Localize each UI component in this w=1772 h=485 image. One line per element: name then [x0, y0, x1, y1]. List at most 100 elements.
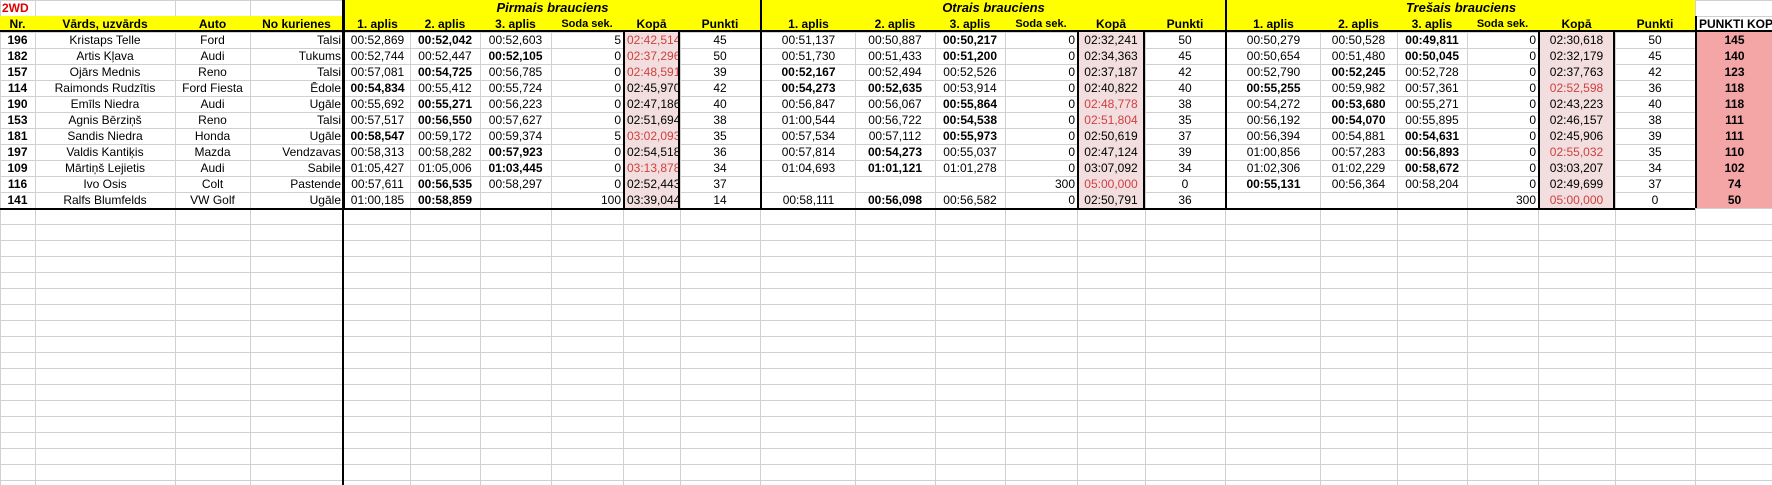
cell-penalty[interactable]: 0	[1467, 144, 1538, 160]
cell-auto[interactable]: Reno	[175, 112, 250, 128]
column-header[interactable]: Vārds, uzvārds	[35, 16, 175, 32]
cell-total-time[interactable]: 02:37,187	[1077, 64, 1145, 80]
cell-lap2[interactable]: 00:51,480	[1320, 48, 1397, 64]
cell-lap3[interactable]: 00:57,923	[480, 144, 551, 160]
cell-points[interactable]: 35	[1145, 112, 1225, 128]
cell-lap1[interactable]: 00:56,394	[1225, 128, 1320, 144]
cell-points[interactable]: 34	[680, 160, 760, 176]
cell-lap2[interactable]: 01:02,229	[1320, 160, 1397, 176]
cell-lap2[interactable]: 00:55,271	[410, 96, 480, 112]
cell-total-time[interactable]: 02:52,443	[623, 176, 680, 192]
cell-from[interactable]: Sabile	[250, 160, 343, 176]
cell-from[interactable]: Ugāle	[250, 128, 343, 144]
cell-lap2[interactable]: 00:54,725	[410, 64, 480, 80]
cell-lap3[interactable]: 00:57,627	[480, 112, 551, 128]
cell-lap1[interactable]: 00:57,517	[343, 112, 410, 128]
cell-total-points[interactable]: 110	[1695, 144, 1772, 160]
cell-from[interactable]: Ēdole	[250, 80, 343, 96]
cell-auto[interactable]: Audi	[175, 48, 250, 64]
cell-penalty[interactable]: 0	[551, 144, 623, 160]
column-header[interactable]: 3. aplis	[1397, 16, 1467, 32]
cell-nr[interactable]: 197	[0, 144, 35, 160]
cell-penalty[interactable]: 0	[1467, 128, 1538, 144]
cell-points[interactable]: 34	[1145, 160, 1225, 176]
cell-total-points[interactable]: 123	[1695, 64, 1772, 80]
cell-nr[interactable]: 157	[0, 64, 35, 80]
cell-lap2[interactable]: 00:57,283	[1320, 144, 1397, 160]
spreadsheet[interactable]: 2WD Pirmais brauciens Otrais brauciens Treš…	[0, 0, 1772, 485]
cell-total-time[interactable]: 02:32,179	[1538, 48, 1615, 64]
cell-penalty[interactable]: 300	[1005, 176, 1077, 192]
cell-lap2[interactable]: 00:57,112	[855, 128, 935, 144]
cell-penalty[interactable]: 0	[1005, 192, 1077, 208]
cell-name[interactable]: Valdis Kantiķis	[35, 144, 175, 160]
column-header[interactable]: 1. aplis	[343, 16, 410, 32]
cell-total-time[interactable]: 03:07,092	[1077, 160, 1145, 176]
cell-lap3[interactable]: 00:52,526	[935, 64, 1005, 80]
cell-lap2[interactable]: 00:52,635	[855, 80, 935, 96]
cell-points[interactable]: 39	[680, 64, 760, 80]
cell-points[interactable]: 37	[680, 176, 760, 192]
cell-lap2[interactable]	[855, 176, 935, 192]
cell-total-time[interactable]: 02:37,296	[623, 48, 680, 64]
cell-nr[interactable]: 114	[0, 80, 35, 96]
cell-penalty[interactable]: 0	[551, 160, 623, 176]
cell-lap1[interactable]	[760, 176, 855, 192]
cell-penalty[interactable]: 0	[551, 64, 623, 80]
cell-lap3[interactable]: 00:53,914	[935, 80, 1005, 96]
cell-total-time[interactable]: 02:51,804	[1077, 112, 1145, 128]
column-header[interactable]: Nr.	[0, 16, 35, 32]
cell-points[interactable]: 38	[680, 112, 760, 128]
cell-points[interactable]: 39	[1615, 128, 1695, 144]
cell-lap2[interactable]: 00:56,550	[410, 112, 480, 128]
cell-points[interactable]: 39	[1145, 144, 1225, 160]
cell-from[interactable]: Pastende	[250, 176, 343, 192]
cell-total-time[interactable]: 02:55,032	[1538, 144, 1615, 160]
cell-points[interactable]: 14	[680, 192, 760, 208]
column-header[interactable]: Kopā	[1077, 16, 1145, 32]
cell-total-time[interactable]: 03:39,044	[623, 192, 680, 208]
cell-penalty[interactable]: 0	[551, 48, 623, 64]
cell-lap2[interactable]: 00:54,070	[1320, 112, 1397, 128]
cell-penalty[interactable]: 0	[551, 96, 623, 112]
cell-from[interactable]: Ugāle	[250, 96, 343, 112]
cell-penalty[interactable]: 300	[1467, 192, 1538, 208]
column-header[interactable]: 2. aplis	[1320, 16, 1397, 32]
cell-points[interactable]: 35	[680, 128, 760, 144]
cell-total-time[interactable]: 02:45,970	[623, 80, 680, 96]
column-header[interactable]: 3. aplis	[480, 16, 551, 32]
cell-points[interactable]: 45	[680, 32, 760, 48]
cell-points[interactable]: 50	[1145, 32, 1225, 48]
cell-name[interactable]: Ivo Osis	[35, 176, 175, 192]
cell-penalty[interactable]: 5	[551, 128, 623, 144]
cell-points[interactable]: 38	[1615, 112, 1695, 128]
cell-penalty[interactable]: 0	[551, 80, 623, 96]
cell-total-time[interactable]: 02:47,186	[623, 96, 680, 112]
cell-points[interactable]: 40	[1615, 96, 1695, 112]
cell-total-time[interactable]: 02:51,694	[623, 112, 680, 128]
cell-points[interactable]: 45	[1145, 48, 1225, 64]
cell-total-points[interactable]: 111	[1695, 112, 1772, 128]
cell-penalty[interactable]: 5	[551, 32, 623, 48]
cell-from[interactable]: Talsi	[250, 64, 343, 80]
cell-name[interactable]: Kristaps Telle	[35, 32, 175, 48]
cell-lap1[interactable]: 00:56,847	[760, 96, 855, 112]
column-header[interactable]: 1. aplis	[1225, 16, 1320, 32]
cell-points[interactable]: 42	[1145, 64, 1225, 80]
cell-total-time[interactable]: 02:43,223	[1538, 96, 1615, 112]
cell-name[interactable]: Ralfs Blumfelds	[35, 192, 175, 208]
cell-lap2[interactable]: 00:54,273	[855, 144, 935, 160]
cell-lap1[interactable]: 00:54,834	[343, 80, 410, 96]
cell-penalty[interactable]: 0	[1005, 32, 1077, 48]
cell-total-time[interactable]: 02:42,514	[623, 32, 680, 48]
cell-nr[interactable]: 196	[0, 32, 35, 48]
cell-auto[interactable]: Colt	[175, 176, 250, 192]
cell-lap3[interactable]: 00:55,271	[1397, 96, 1467, 112]
cell-total-time[interactable]: 02:50,791	[1077, 192, 1145, 208]
cell-penalty[interactable]: 0	[1005, 160, 1077, 176]
column-header[interactable]: Punkti	[1145, 16, 1225, 32]
group-header-third-run[interactable]: Trešais brauciens	[1225, 0, 1695, 16]
cell-penalty[interactable]: 0	[1005, 48, 1077, 64]
cell-penalty[interactable]: 0	[1467, 64, 1538, 80]
cell-lap3[interactable]: 00:58,297	[480, 176, 551, 192]
